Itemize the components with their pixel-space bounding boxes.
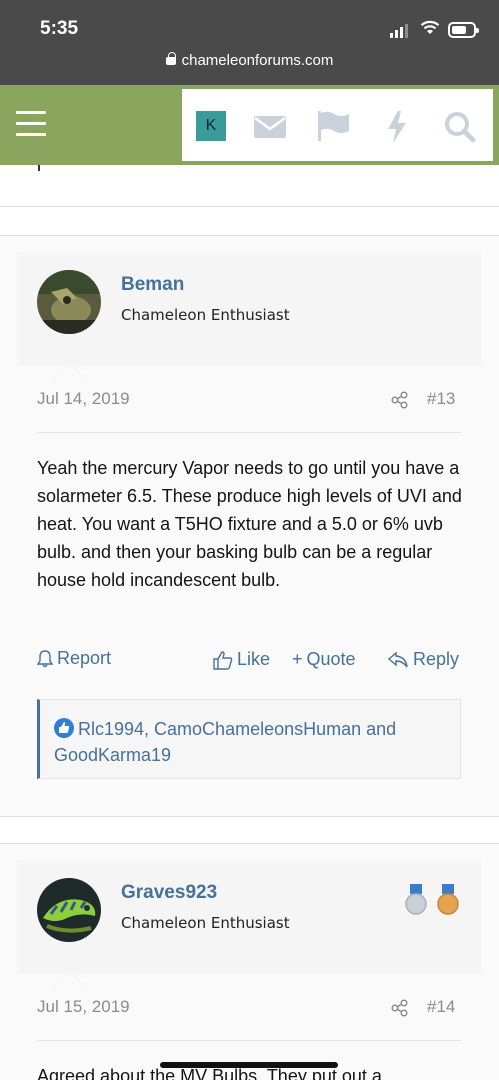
reply-label: Reply — [413, 649, 460, 669]
reply-icon — [387, 650, 408, 667]
clock: 5:35 — [40, 18, 79, 39]
report-button[interactable]: Report — [37, 648, 111, 669]
like-button[interactable]: Like — [213, 649, 270, 670]
likes-summary: Rlc1994, CamoChameleonsHuman and GoodKar… — [37, 699, 461, 779]
battery-icon — [448, 22, 479, 38]
user-block: Graves923 Chameleon Enthusiast — [17, 860, 482, 989]
status-bar: 5:35 chameleonforums.com — [0, 0, 499, 85]
quote-button[interactable]: + Quote — [292, 649, 356, 670]
post-13: Beman Chameleon Enthusiast Jul 14, 2019 … — [0, 235, 499, 817]
reply-button[interactable]: Reply — [387, 649, 459, 670]
url-text: chameleonforums.com — [181, 52, 334, 69]
lock-icon — [165, 52, 176, 65]
avatar[interactable] — [37, 878, 101, 942]
menu-icon[interactable] — [16, 111, 46, 137]
post-14: Graves923 Chameleon Enthusiast Jul 15, 2… — [0, 843, 499, 1080]
share-icon[interactable] — [391, 391, 409, 409]
previous-post-end — [0, 165, 499, 207]
flag-icon[interactable] — [318, 111, 350, 141]
account-avatar[interactable]: K — [196, 111, 226, 141]
like-label: Like — [237, 649, 271, 669]
post-number[interactable]: #14 — [427, 997, 455, 1017]
mail-icon[interactable] — [254, 116, 286, 138]
user-title: Chameleon Enthusiast — [121, 306, 290, 324]
silver-medal-icon[interactable] — [405, 884, 427, 916]
bolt-icon[interactable] — [386, 111, 408, 143]
share-icon[interactable] — [391, 999, 409, 1017]
username[interactable]: Beman — [121, 274, 184, 296]
post-date[interactable]: Jul 14, 2019 — [37, 389, 130, 409]
site-header: K — [0, 85, 499, 165]
report-label: Report — [57, 648, 112, 668]
search-icon[interactable] — [444, 111, 476, 143]
quote-label: Quote — [306, 649, 356, 669]
post-body: Yeah the mercury Vapor needs to go until… — [37, 458, 462, 590]
user-title: Chameleon Enthusiast — [121, 914, 290, 932]
home-indicator[interactable] — [160, 1062, 338, 1068]
post-number[interactable]: #13 — [427, 389, 455, 409]
like-reaction-icon — [54, 718, 74, 738]
user-nav: K — [182, 89, 493, 161]
thumbs-up-icon — [213, 650, 233, 670]
plus-icon: + — [292, 649, 303, 669]
username[interactable]: Graves923 — [121, 882, 217, 904]
wifi-icon — [420, 20, 440, 34]
likes-list[interactable]: Rlc1994, CamoChameleonsHuman and GoodKar… — [54, 719, 396, 765]
bronze-medal-icon[interactable] — [437, 884, 459, 916]
user-block: Beman Chameleon Enthusiast — [17, 252, 482, 381]
bell-icon — [37, 649, 53, 667]
url-bar[interactable]: chameleonforums.com — [0, 52, 499, 69]
avatar[interactable] — [37, 270, 101, 334]
signal-icon — [390, 24, 408, 38]
post-date[interactable]: Jul 15, 2019 — [37, 997, 130, 1017]
